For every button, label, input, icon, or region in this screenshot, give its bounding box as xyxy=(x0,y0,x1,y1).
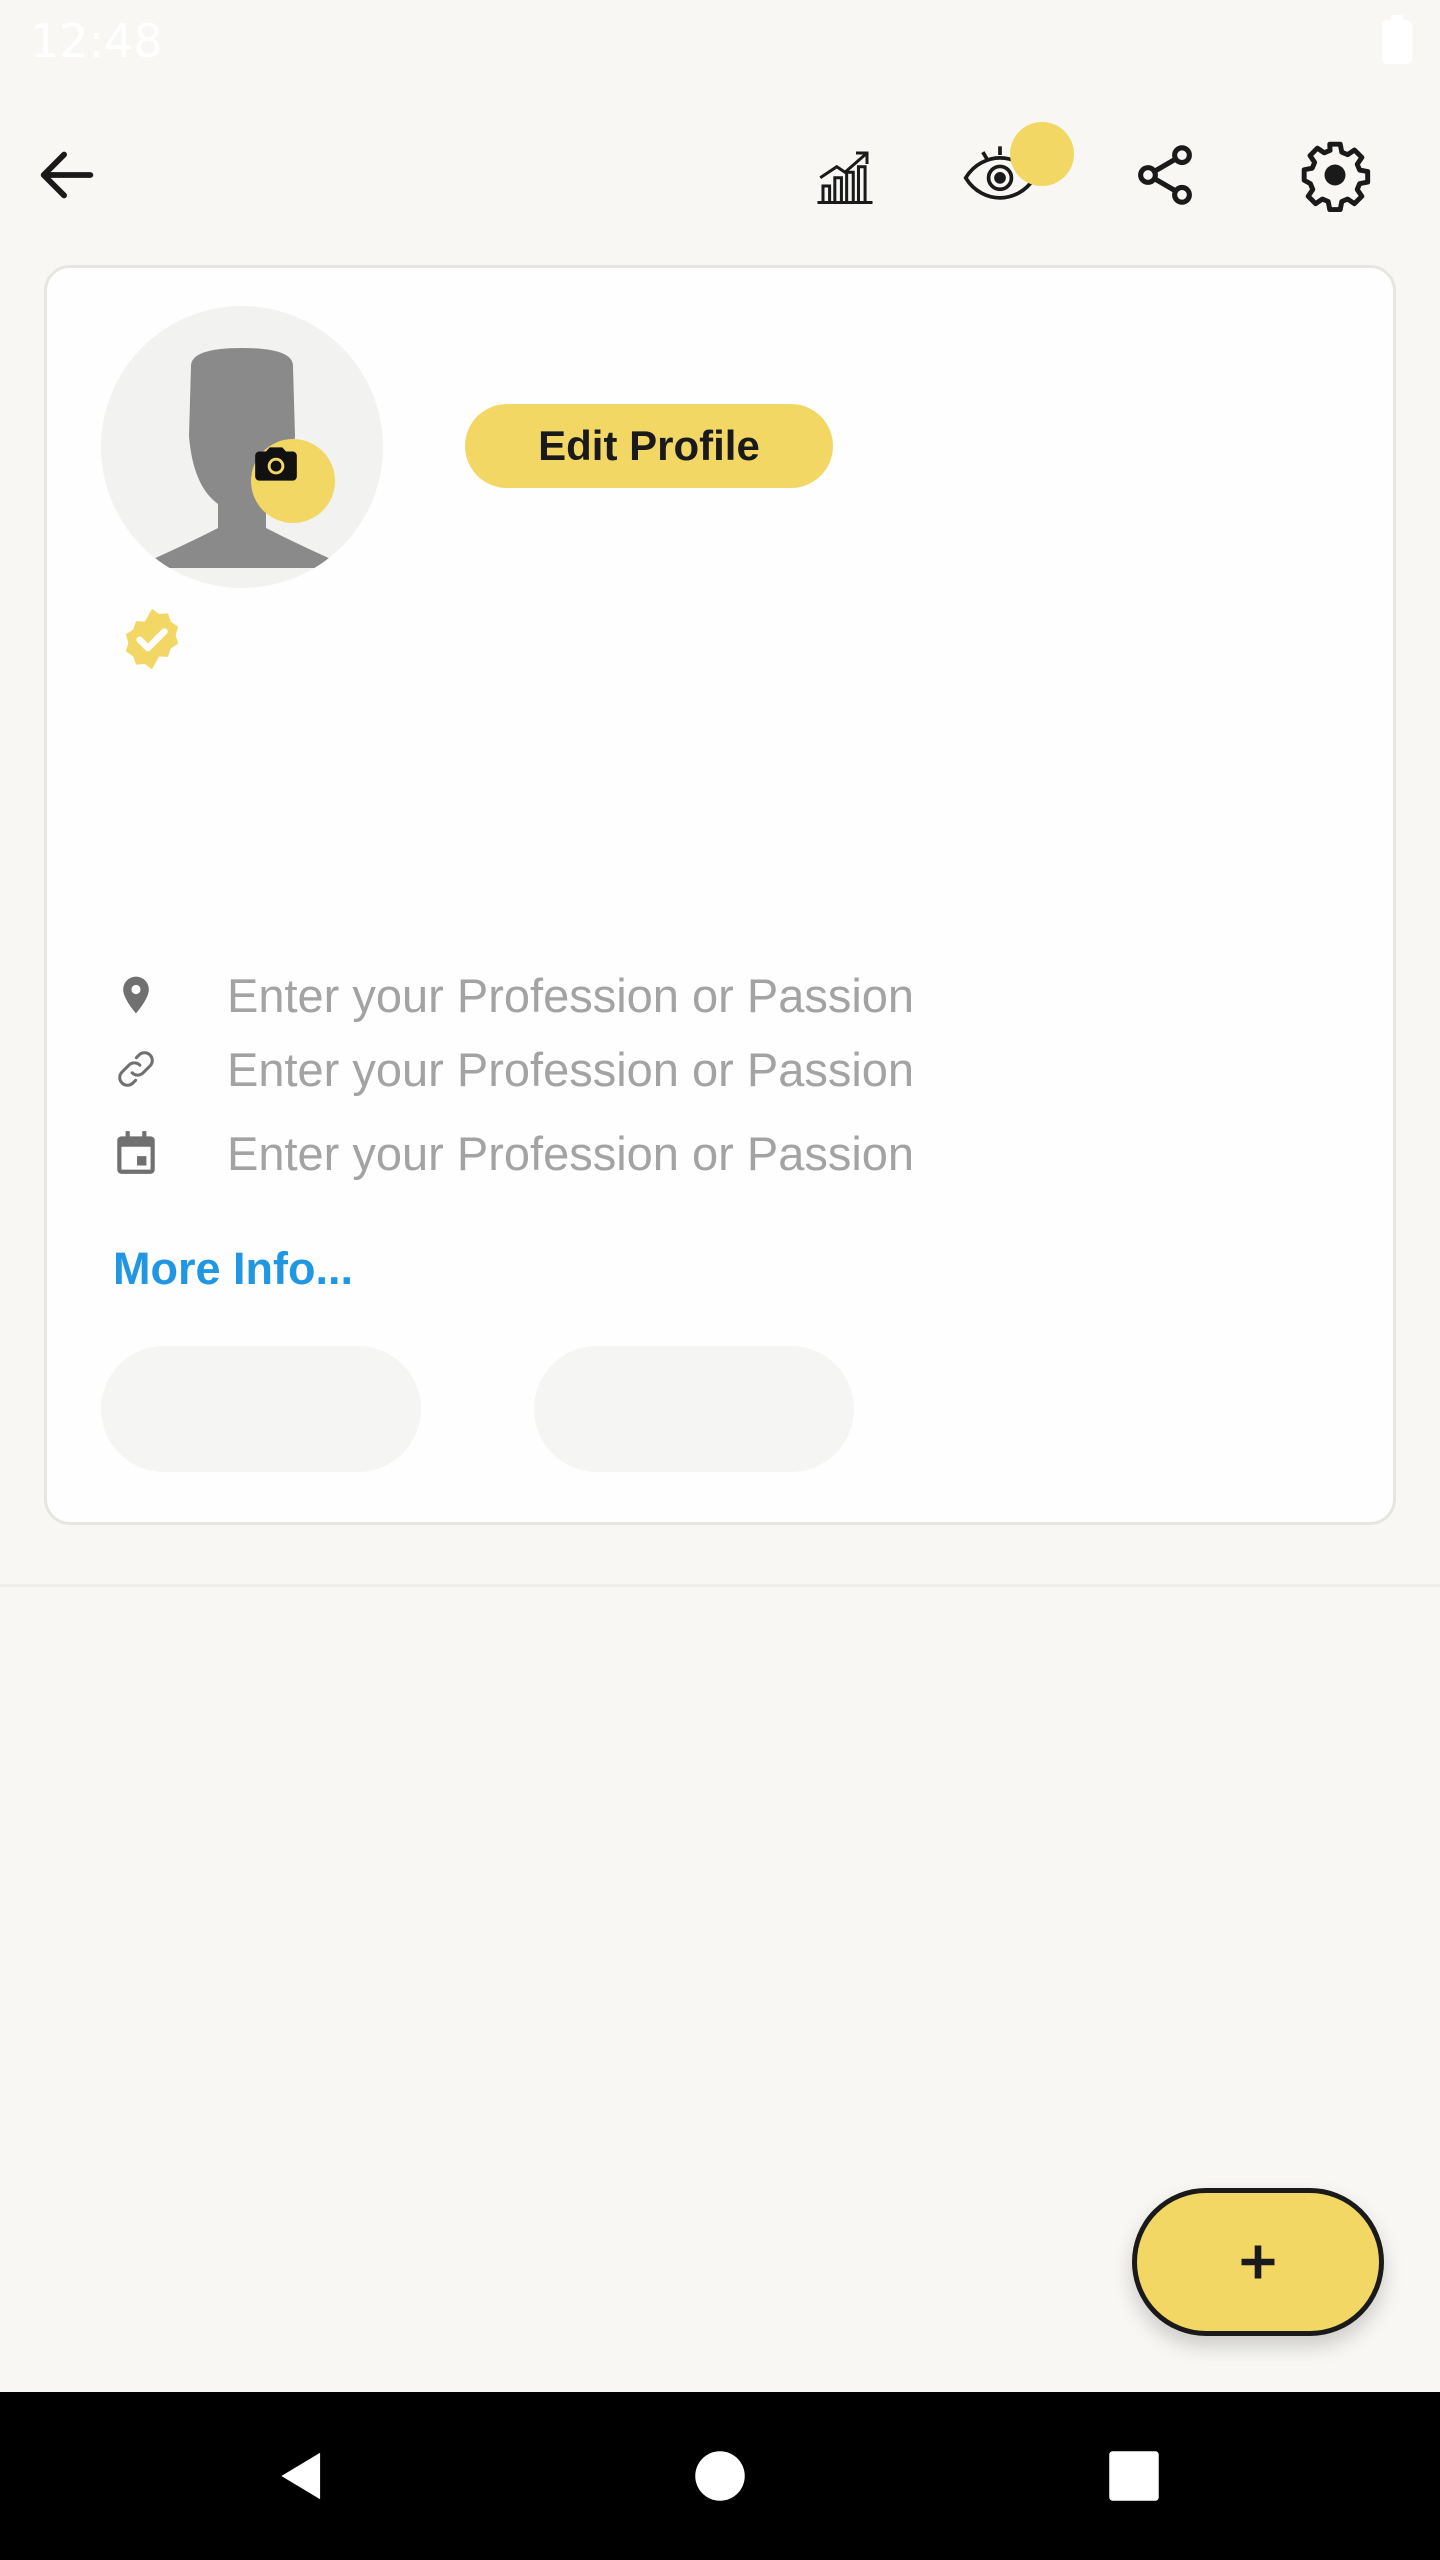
person-silhouette-icon xyxy=(133,348,351,568)
status-bar: 12:48 xyxy=(0,0,1440,84)
change-photo-button[interactable] xyxy=(251,439,335,523)
location-pin-icon xyxy=(101,960,171,1030)
edit-profile-button[interactable]: Edit Profile xyxy=(465,404,833,488)
location-input[interactable] xyxy=(227,960,1087,1030)
analytics-button[interactable] xyxy=(800,130,890,220)
more-info-link[interactable]: More Info... xyxy=(113,1243,353,1295)
share-button[interactable] xyxy=(1120,130,1210,220)
profile-card: Edit Profile More Info xyxy=(44,265,1396,1525)
date-field-row xyxy=(101,1118,1101,1188)
link-icon xyxy=(101,1034,171,1104)
verified-check-icon xyxy=(125,608,179,670)
camera-icon xyxy=(255,447,297,481)
nav-back-icon xyxy=(281,2452,321,2500)
stat-pill-placeholder[interactable] xyxy=(101,1346,421,1472)
battery-icon xyxy=(1382,15,1412,64)
website-input[interactable] xyxy=(227,1034,1087,1104)
stat-pill-placeholder[interactable] xyxy=(534,1346,854,1472)
status-time: 12:48 xyxy=(30,14,163,68)
nav-recents-icon xyxy=(1109,2451,1159,2501)
back-button[interactable] xyxy=(22,130,112,220)
nav-home-icon xyxy=(695,2451,745,2501)
top-app-bar xyxy=(0,100,1440,250)
system-navigation-bar xyxy=(0,2392,1440,2560)
nav-home-button[interactable] xyxy=(680,2436,760,2516)
notification-dot xyxy=(1010,122,1074,186)
verified-badge xyxy=(119,606,185,672)
share-icon xyxy=(1138,145,1192,205)
plus-icon xyxy=(1241,2245,1275,2279)
avatar[interactable] xyxy=(101,306,383,588)
nav-recents-button[interactable] xyxy=(1094,2436,1174,2516)
date-input[interactable] xyxy=(227,1118,1087,1188)
calendar-icon xyxy=(101,1118,171,1188)
section-divider xyxy=(0,1584,1440,1587)
analytics-chart-icon xyxy=(817,151,873,205)
add-button[interactable] xyxy=(1132,2188,1384,2336)
website-field-row xyxy=(101,1034,1101,1104)
nav-back-button[interactable] xyxy=(262,2436,342,2516)
location-field-row xyxy=(101,960,1101,1030)
settings-gear-icon xyxy=(1301,141,1371,212)
arrow-left-icon xyxy=(40,151,94,199)
settings-button[interactable] xyxy=(1290,130,1380,220)
